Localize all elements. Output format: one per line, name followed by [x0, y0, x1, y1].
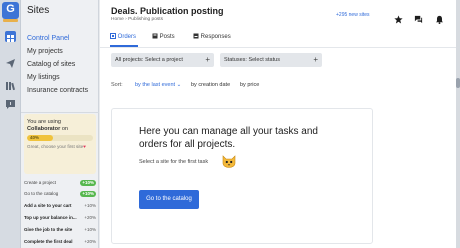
status-filter[interactable]: Statuses: Select status +: [220, 53, 322, 67]
breadcrumb-separator: ›: [125, 17, 127, 22]
sidebar-item-my-projects[interactable]: My projects: [27, 48, 63, 55]
sidebar-item-control-panel[interactable]: Control Panel: [27, 35, 69, 42]
project-filter[interactable]: All projects: Select a project +: [111, 53, 214, 67]
collaborator-hint: Great, choose your first site♥: [27, 144, 86, 149]
task-label: Add a site to your cart: [24, 203, 72, 208]
task-row[interactable]: Go to the catalog +10%: [24, 190, 96, 199]
status-filter-label: Statuses: Select status: [224, 57, 280, 63]
task-row[interactable]: Top up your balance in... +20%: [24, 214, 96, 223]
empty-state-subtext: Select a site for the first task: [139, 159, 209, 165]
onboarding-progress: 40%: [27, 135, 93, 141]
onboarding-progress-label: 40%: [30, 135, 40, 140]
task-row[interactable]: Give the job to the site +10%: [24, 226, 96, 235]
task-row[interactable]: Complete the first deal +20%: [24, 238, 96, 247]
task-label: Top up your balance in...: [24, 215, 77, 220]
task-value: +20%: [84, 239, 96, 244]
sidebar-item-my-listings[interactable]: My listings: [27, 74, 60, 81]
empty-state-card: Here you can manage all your tasks and o…: [111, 108, 373, 244]
task-value: +10%: [80, 190, 96, 197]
collaborator-role: Collaborator: [27, 126, 61, 132]
logo-underline: [3, 19, 18, 22]
sidebar-item-insurance[interactable]: Insurance contracts: [27, 87, 88, 94]
library-icon[interactable]: [5, 78, 16, 91]
task-row[interactable]: Create a project +10%: [24, 179, 96, 188]
tab-responses[interactable]: Responses: [193, 33, 231, 40]
sidebar-title: Sites: [27, 5, 50, 16]
tabs-divider: [100, 47, 456, 48]
task-value: +10%: [84, 227, 96, 232]
heart-icon: ♥: [83, 144, 86, 149]
task-value: +20%: [84, 215, 96, 220]
orders-icon: [110, 33, 116, 39]
task-value: +10%: [80, 179, 96, 186]
responses-icon: [193, 33, 199, 39]
task-label: Create a project: [24, 180, 57, 185]
task-row[interactable]: Add a site to your cart +10%: [24, 202, 96, 211]
sort-by-last-event[interactable]: by the last event ⌄: [135, 82, 181, 88]
cat-emoji-icon: [222, 155, 236, 168]
star-icon[interactable]: [394, 11, 403, 24]
breadcrumb-current: Publishing posts: [128, 17, 164, 22]
chat-icon[interactable]: [5, 97, 16, 109]
sort-label: Sort:: [111, 82, 123, 88]
collaborator-panel: You are using Collaborator on 40% Great,…: [24, 114, 96, 174]
task-label: Complete the first deal: [24, 239, 73, 244]
tab-orders[interactable]: Orders: [110, 33, 136, 40]
plus-icon: +: [205, 55, 210, 64]
plus-icon: +: [313, 55, 318, 64]
task-label: Give the job to the site: [24, 227, 73, 232]
sidebar-item-catalog[interactable]: Catalog of sites: [27, 61, 75, 68]
main-content: Deals. Publication posting Home › Publis…: [100, 0, 456, 248]
page-title: Deals. Publication posting: [111, 6, 224, 16]
sidebar: Sites Control Panel My projects Catalog …: [21, 0, 118, 248]
app-root: G Sites Control Panel My projects Catalo…: [0, 0, 460, 248]
send-icon[interactable]: [5, 56, 16, 68]
sort-by-creation-date[interactable]: by creation date: [191, 82, 230, 88]
empty-state-headline: Here you can manage all your tasks and o…: [139, 126, 318, 150]
project-filter-label: All projects: Select a project: [115, 57, 183, 63]
breadcrumb: Home › Publishing posts: [111, 17, 163, 22]
sort-by-price[interactable]: by price: [240, 82, 259, 88]
collaborator-text: You are using Collaborator on: [27, 119, 69, 132]
new-sites-link[interactable]: +295 new sites: [336, 12, 370, 18]
icon-rail: G: [0, 0, 21, 248]
posts-icon: [152, 33, 158, 39]
task-label: Go to the catalog: [24, 191, 59, 196]
go-to-catalog-button[interactable]: Go to the catalog: [139, 190, 199, 209]
main-scrollbar[interactable]: [456, 0, 460, 248]
messages-icon[interactable]: [414, 11, 423, 24]
dashboard-icon[interactable]: [5, 31, 16, 42]
breadcrumb-home[interactable]: Home: [111, 17, 124, 22]
task-value: +10%: [84, 203, 96, 208]
logo-icon[interactable]: G: [2, 2, 19, 19]
tab-posts[interactable]: Posts: [152, 33, 175, 40]
notifications-icon[interactable]: [435, 11, 444, 24]
sidebar-divider: [21, 112, 99, 113]
chevron-down-icon: ⌄: [176, 82, 182, 88]
main-scrollbar-thumb[interactable]: [456, 78, 460, 88]
